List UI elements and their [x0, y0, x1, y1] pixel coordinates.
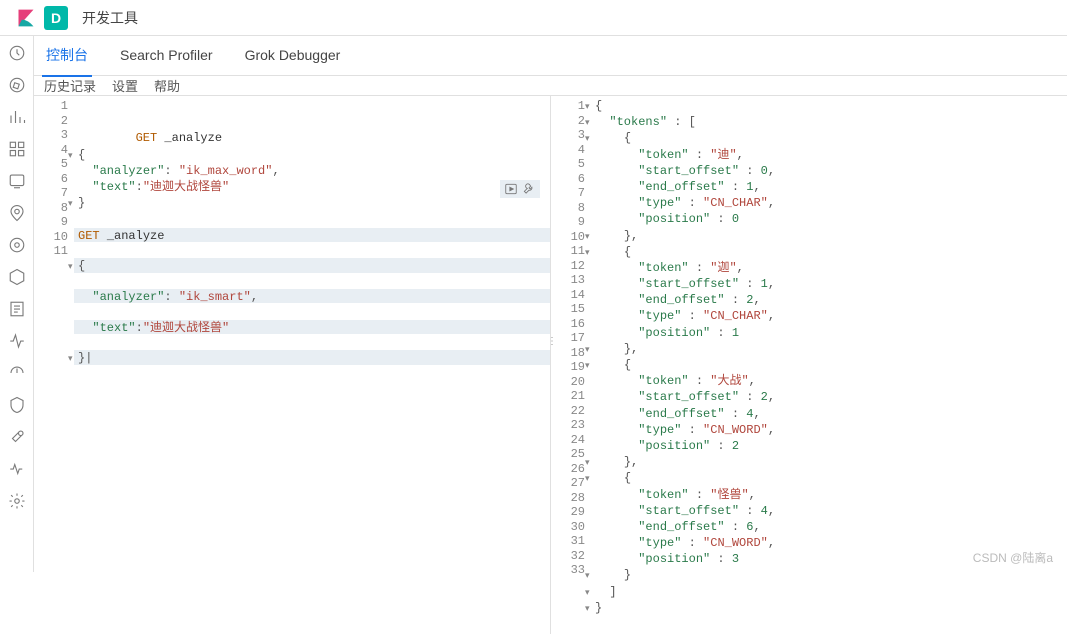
request-editor[interactable]: 1234567891011 GET _analyze ▾{ "analyzer"…	[34, 96, 550, 634]
nav-siem-icon[interactable]	[8, 396, 26, 414]
nav-maps-icon[interactable]	[8, 204, 26, 222]
settings-link[interactable]: 设置	[112, 76, 138, 95]
tab-2[interactable]: Grok Debugger	[241, 37, 345, 75]
tab-1[interactable]: Search Profiler	[116, 37, 217, 75]
tab-0[interactable]: 控制台	[42, 35, 92, 77]
console-subbar: 历史记录 设置 帮助	[34, 76, 1067, 96]
side-nav	[0, 36, 34, 572]
nav-infra-icon[interactable]	[8, 268, 26, 286]
nav-ml-icon[interactable]	[8, 236, 26, 254]
nav-discover-icon[interactable]	[8, 76, 26, 94]
nav-visualize-icon[interactable]	[8, 108, 26, 126]
nav-dashboard-icon[interactable]	[8, 140, 26, 158]
nav-recent-icon[interactable]	[8, 44, 26, 62]
breadcrumb[interactable]: 开发工具	[82, 8, 138, 28]
nav-logs-icon[interactable]	[8, 300, 26, 318]
pane-divider[interactable]	[550, 96, 551, 634]
top-header: D 开发工具	[0, 0, 1067, 36]
history-link[interactable]: 历史记录	[44, 76, 96, 95]
nav-management-icon[interactable]	[8, 492, 26, 510]
play-icon[interactable]	[504, 182, 518, 196]
kibana-logo-icon	[16, 8, 36, 28]
app-badge: D	[44, 6, 68, 30]
wrench-icon[interactable]	[522, 182, 536, 196]
watermark: CSDN @陆离a	[973, 549, 1053, 566]
request-actions	[500, 180, 540, 198]
nav-apm-icon[interactable]	[8, 332, 26, 350]
nav-canvas-icon[interactable]	[8, 172, 26, 190]
nav-monitor-icon[interactable]	[8, 460, 26, 478]
help-link[interactable]: 帮助	[154, 76, 180, 95]
dev-tools-tabs: 控制台 Search Profiler Grok Debugger	[34, 36, 1067, 76]
nav-devtools-icon[interactable]	[8, 428, 26, 446]
nav-uptime-icon[interactable]	[8, 364, 26, 382]
